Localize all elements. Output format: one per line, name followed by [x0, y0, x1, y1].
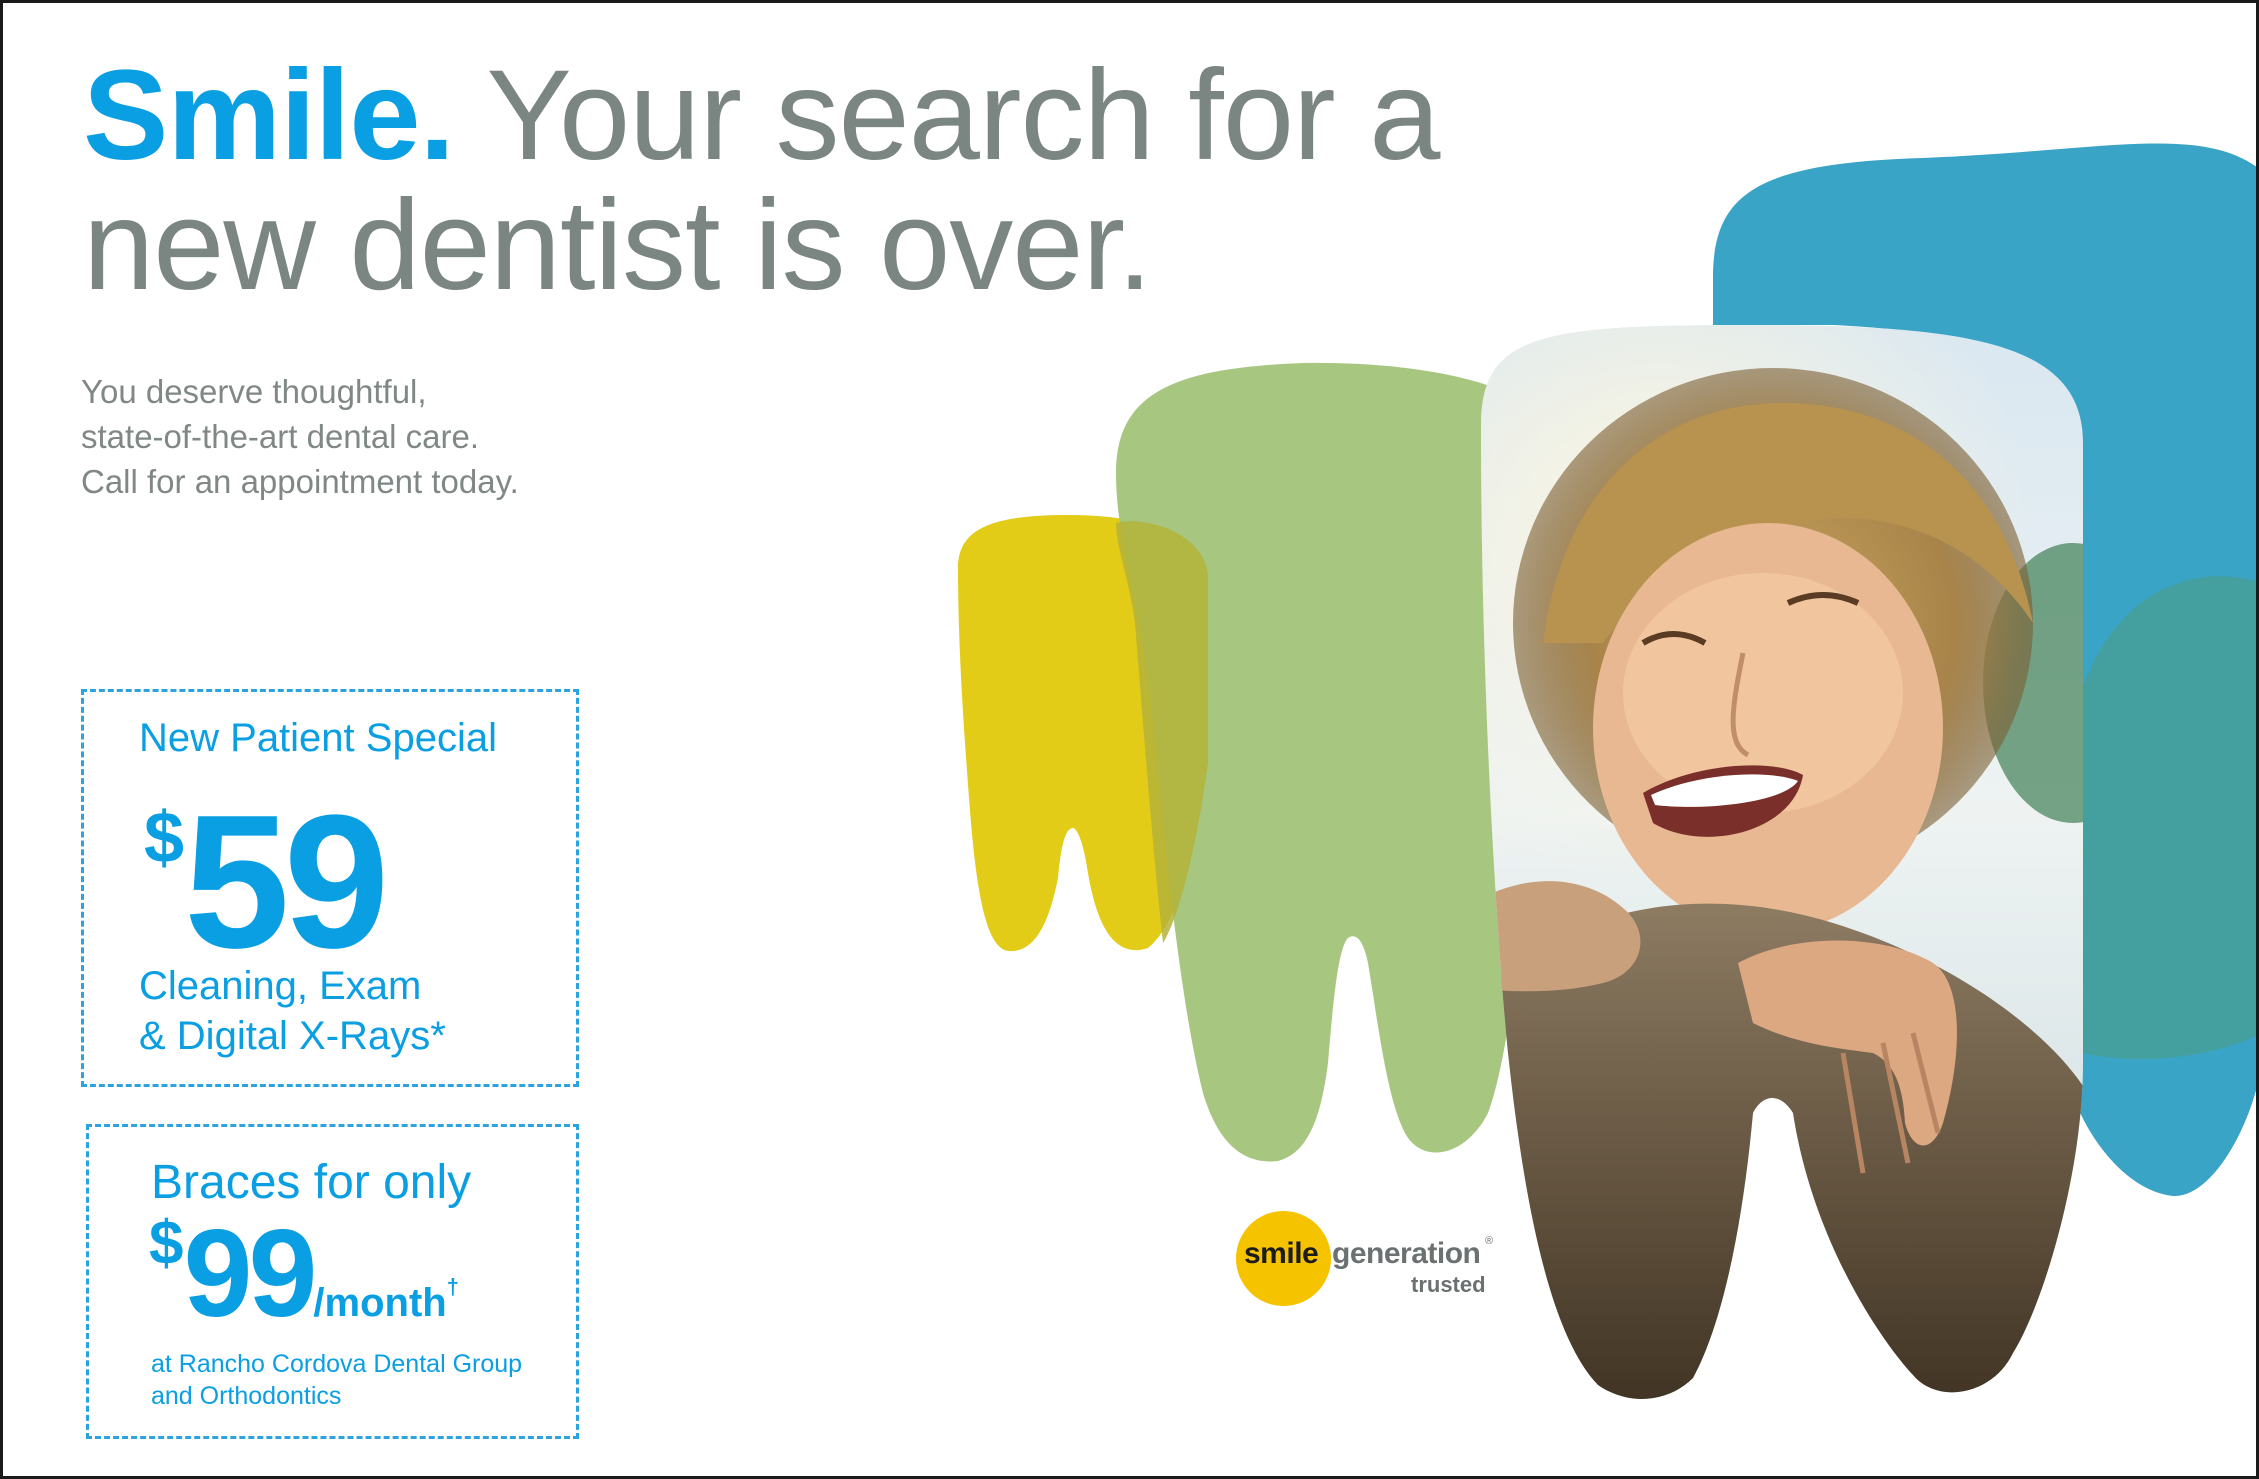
coupon-title: New Patient Special	[139, 716, 497, 760]
headline-line2: new dentist is over.	[83, 174, 1153, 317]
dental-ad-page: Smile. Your search for a new dentist is …	[0, 0, 2259, 1479]
logo-tagline: trusted	[1411, 1272, 1486, 1297]
logo-word-generation: generation	[1332, 1237, 1481, 1270]
intro-line-1: You deserve thoughtful,	[81, 373, 427, 410]
headline: Smile. Your search for a new dentist is …	[83, 51, 1440, 317]
intro-line-2: state-of-the-art dental care.	[81, 418, 480, 455]
price-amount: 99	[183, 1205, 317, 1343]
price-period: /month	[313, 1281, 447, 1325]
headline-accent: Smile.	[83, 44, 455, 187]
smile-generation-logo: smile generation ® trusted	[1231, 1211, 1501, 1326]
headline-line1: Your search for a	[454, 44, 1440, 187]
braces-location-1: at Rancho Cordova Dental Group	[151, 1350, 523, 1378]
price-99: $99/month†	[149, 1209, 459, 1336]
logo-registered-mark: ®	[1485, 1235, 1494, 1247]
coupon-detail-1: Cleaning, Exam	[139, 964, 422, 1008]
coupon-detail-2: & Digital X-Rays*	[139, 1014, 446, 1058]
logo-word-smile: smile	[1244, 1237, 1319, 1270]
braces-title: Braces for only	[151, 1156, 472, 1209]
price-currency: $	[149, 1209, 184, 1278]
price-currency: $	[144, 798, 185, 878]
photo-tooth	[1481, 325, 2083, 1399]
intro-line-3: Call for an appointment today.	[81, 463, 519, 500]
price-amount: 59	[184, 776, 389, 988]
braces-location-2: and Orthodontics	[151, 1382, 342, 1410]
price-59: $59	[144, 787, 389, 977]
footnote-mark: †	[446, 1274, 459, 1299]
intro-text: You deserve thoughtful, state-of-the-art…	[81, 369, 519, 504]
braces-coupon: Braces for only $99/month† at Rancho Cor…	[86, 1124, 579, 1439]
new-patient-coupon: New Patient Special $59 Cleaning, Exam &…	[81, 689, 579, 1087]
